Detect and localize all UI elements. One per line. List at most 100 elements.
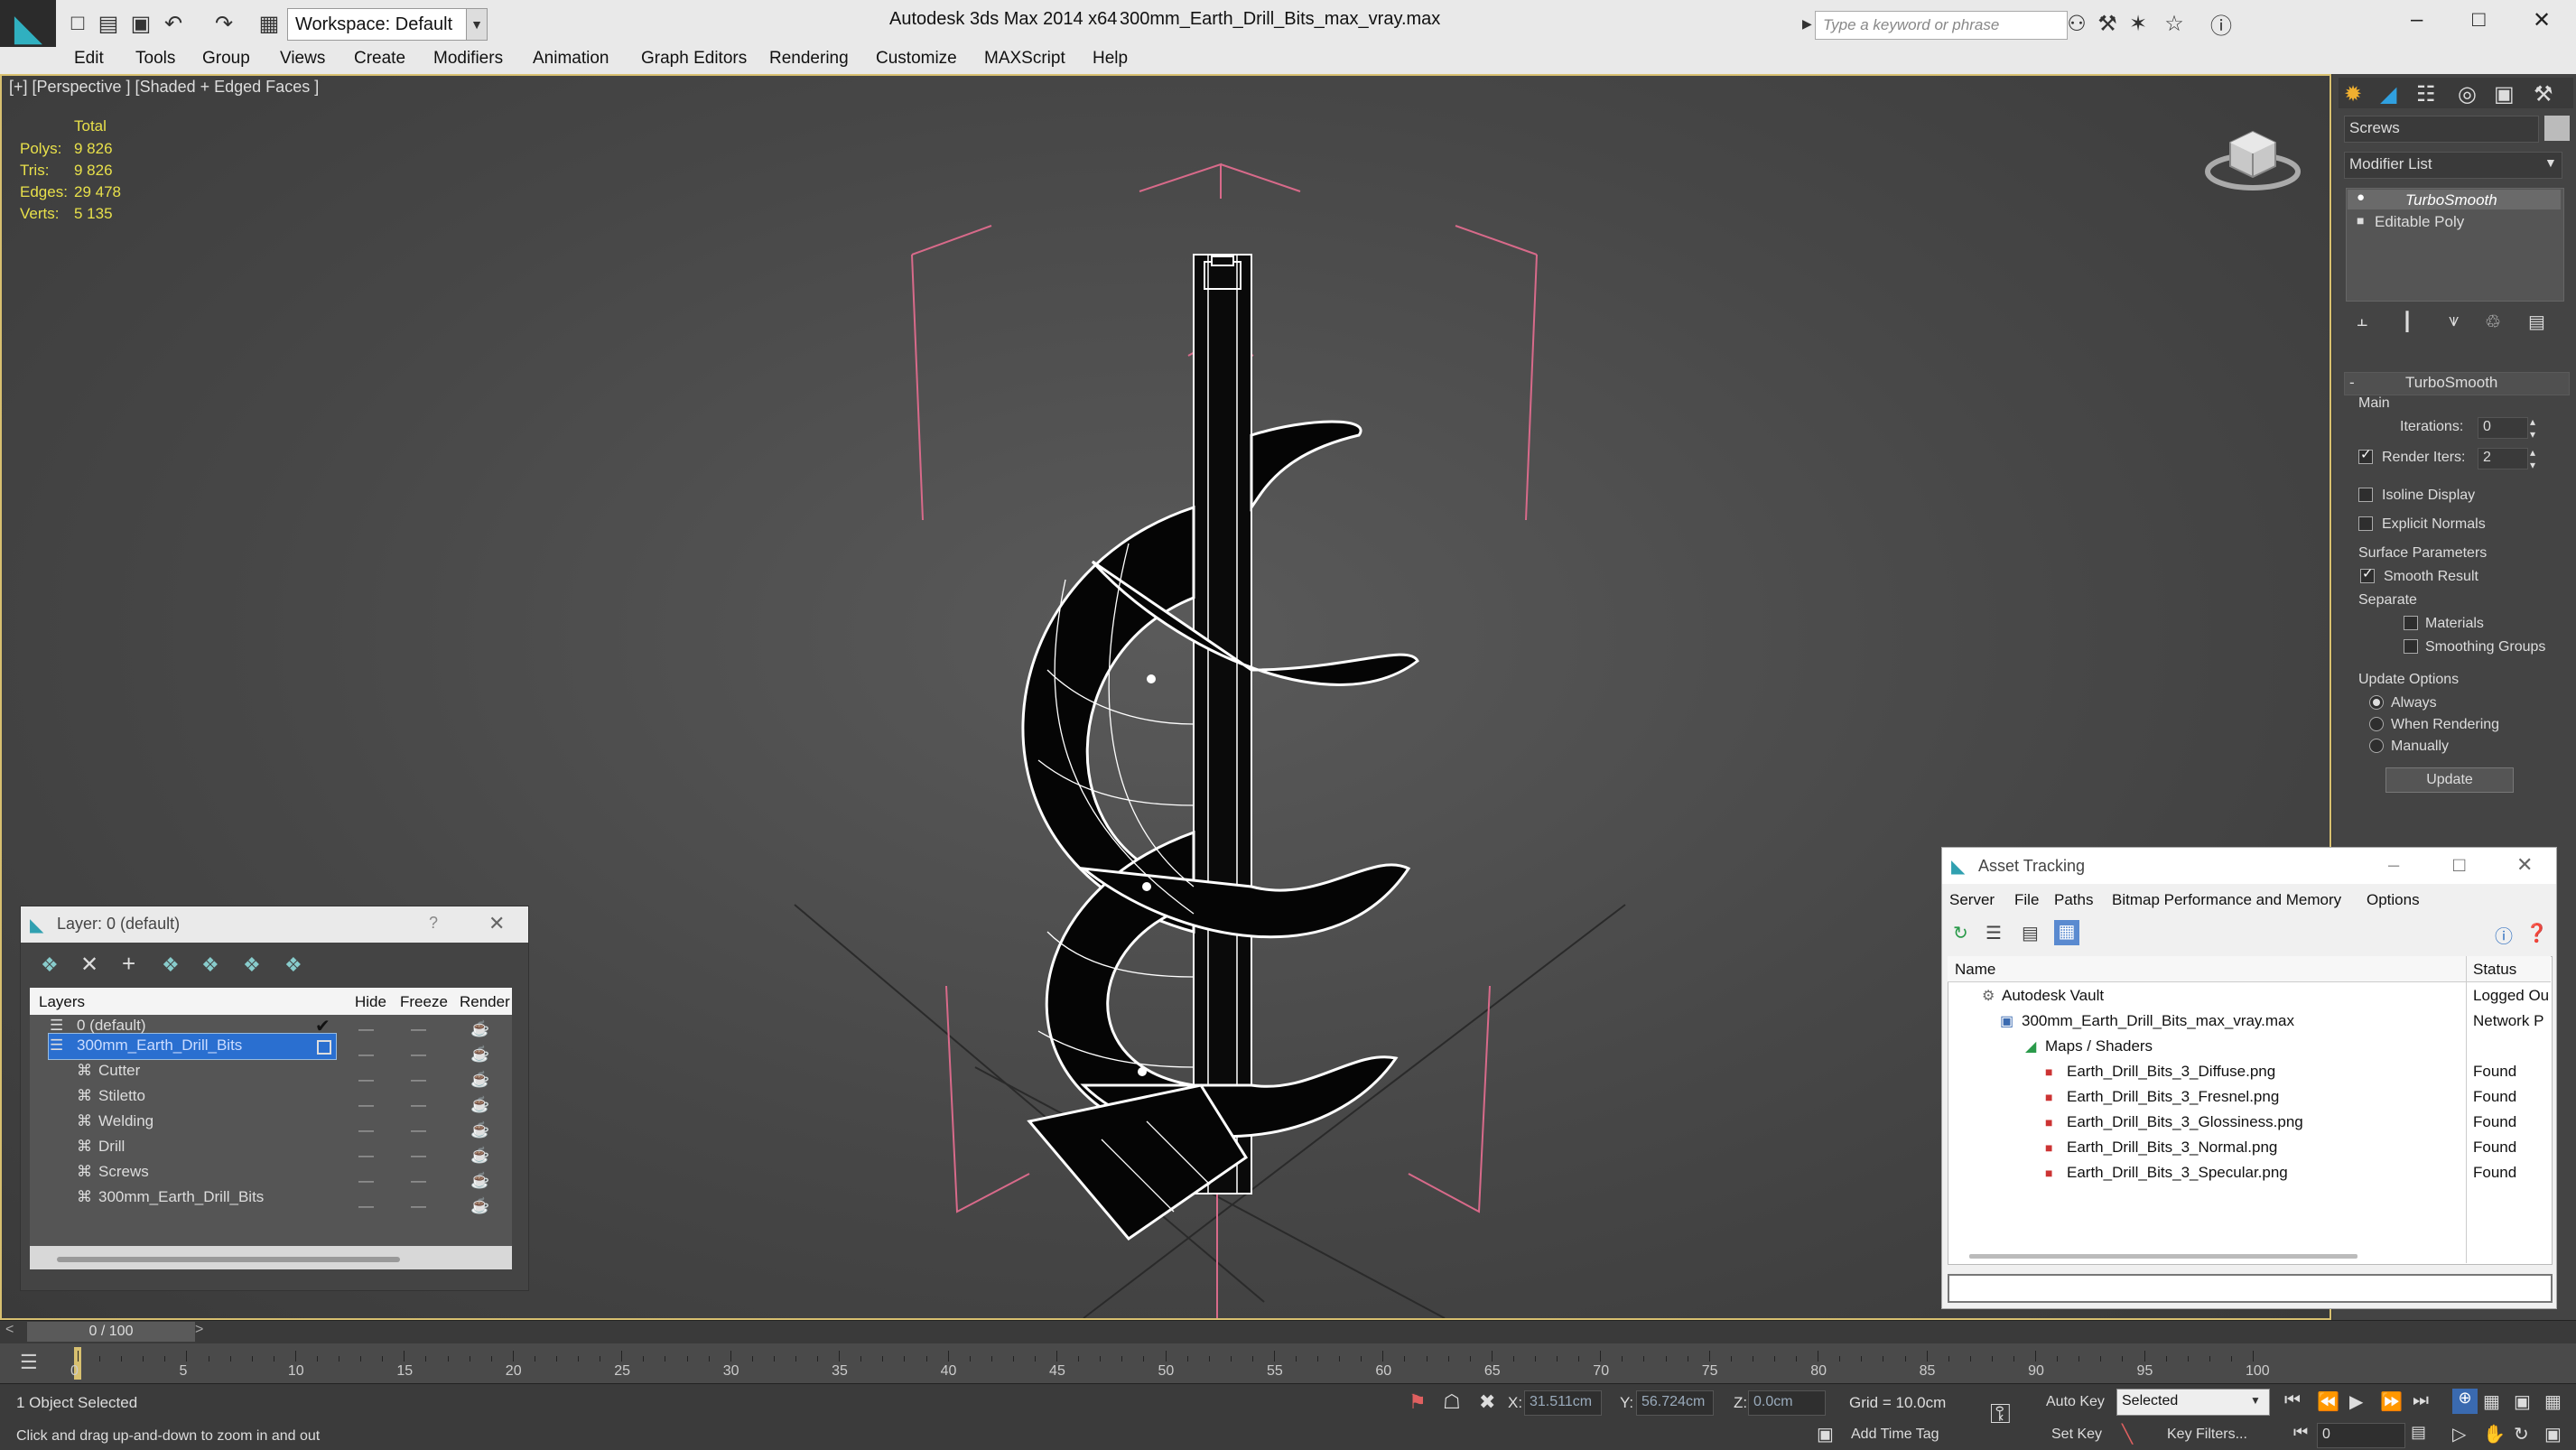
chevron-down-icon[interactable]: ▼ — [2250, 1394, 2261, 1407]
horizontal-scrollbar[interactable] — [57, 1257, 400, 1262]
chevron-right-icon[interactable]: > — [195, 1322, 203, 1338]
isolate-selection-icon[interactable]: ⚑ — [1409, 1390, 1427, 1414]
time-config-icon[interactable]: ▤ — [2411, 1423, 2426, 1442]
go-to-end-icon[interactable]: ⏭ — [2413, 1390, 2429, 1411]
column-status[interactable]: Status — [2473, 961, 2516, 979]
minimize-icon[interactable]: – — [2411, 7, 2423, 33]
remove-modifier-icon[interactable]: ♲ — [2485, 311, 2501, 333]
lock-icon[interactable]: ☖ — [1443, 1390, 1461, 1414]
update-button[interactable]: Update — [2385, 767, 2514, 793]
menu-modifiers[interactable]: Modifiers — [433, 49, 503, 69]
column-freeze[interactable]: Freeze — [400, 993, 448, 1011]
add-to-layer-icon[interactable]: + — [122, 950, 135, 978]
asset-name[interactable]: Earth_Drill_Bits_3_Glossiness.png — [2067, 1113, 2303, 1131]
help-icon[interactable]: ⓘ — [2209, 11, 2234, 39]
zoom-extents-all-icon[interactable]: ▦ — [2544, 1390, 2562, 1413]
active-layer-check-icon[interactable]: ✔ — [315, 1015, 330, 1037]
menu-paths[interactable]: Paths — [2054, 891, 2093, 909]
field-of-view-icon[interactable]: ▷ — [2452, 1423, 2466, 1445]
zoom-icon[interactable]: ⊕ — [2452, 1389, 2478, 1414]
layer-name[interactable]: 300mm_Earth_Drill_Bits — [77, 1036, 242, 1055]
subscription-icon[interactable]: ⚒ — [2095, 11, 2120, 36]
lightbulb-icon[interactable]: ● — [2357, 190, 2365, 205]
freeze-all-layers-icon[interactable]: ❖ — [284, 953, 302, 977]
grid-view-icon[interactable]: ▦ — [2054, 920, 2079, 945]
refresh-icon[interactable]: ↻ — [1953, 922, 1968, 944]
create-layer-icon[interactable]: ❖ — [41, 953, 59, 977]
asset-name[interactable]: Maps / Shaders — [2045, 1037, 2153, 1055]
when-rendering-radio[interactable] — [2369, 717, 2384, 731]
chevron-down-icon[interactable]: ▼ — [2544, 155, 2557, 170]
asset-name[interactable]: Earth_Drill_Bits_3_Specular.png — [2067, 1164, 2288, 1182]
hide-toggles[interactable]: — — — — — — — — — [358, 1017, 382, 1214]
manually-radio[interactable] — [2369, 739, 2384, 753]
auto-key-button[interactable]: Auto Key — [2046, 1394, 2105, 1410]
make-unique-icon[interactable]: ⩛ — [2449, 311, 2459, 331]
menu-options[interactable]: Options — [2367, 891, 2420, 909]
highlight-layer-icon[interactable]: ❖ — [201, 953, 219, 977]
maximize-icon[interactable]: □ — [2453, 853, 2465, 877]
set-key-button[interactable]: Set Key — [2051, 1427, 2102, 1443]
freeze-toggles[interactable]: — — — — — — — — — [411, 1017, 434, 1214]
utilities-tab-icon[interactable]: ⚒ — [2534, 81, 2553, 107]
expand-icon[interactable]: ■ — [2357, 213, 2364, 228]
pin-stack-icon[interactable]: ⫠ — [2357, 311, 2367, 331]
asset-name[interactable]: Earth_Drill_Bits_3_Diffuse.png — [2067, 1063, 2275, 1081]
spinner-arrows-icon[interactable]: ▴ ▾ — [2530, 446, 2535, 471]
pan-view-icon[interactable]: ✋ — [2483, 1423, 2506, 1445]
menu-file[interactable]: File — [2014, 891, 2039, 909]
column-layers[interactable]: Layers — [39, 993, 85, 1011]
minimize-icon[interactable]: – — [2388, 853, 2399, 877]
object-name[interactable]: Stiletto — [98, 1087, 145, 1105]
create-tab-icon[interactable]: ✹ — [2344, 81, 2362, 107]
menu-help[interactable]: Help — [1093, 49, 1128, 69]
render-teapot-icons[interactable]: ☕ ☕ ☕ ☕ ☕ ☕ ☕ ☕ — [470, 1017, 494, 1214]
menu-bitmap-performance[interactable]: Bitmap Performance and Memory — [2112, 891, 2341, 909]
spinner-arrows-icon[interactable]: ▴ ▾ — [2530, 415, 2535, 441]
configure-sets-icon[interactable]: ▤ — [2528, 311, 2545, 333]
hide-all-layers-icon[interactable]: ❖ — [243, 953, 261, 977]
layer-name[interactable]: 0 (default) — [77, 1017, 146, 1035]
key-icon[interactable]: ⚿ — [1990, 1399, 2011, 1430]
previous-frame-icon[interactable]: ⏪ — [2317, 1390, 2339, 1413]
save-icon[interactable]: ▣ — [128, 11, 153, 36]
stack-item-editable-poly[interactable]: Editable Poly — [2375, 213, 2464, 231]
set-active-icon[interactable] — [317, 1040, 331, 1055]
add-time-tag[interactable]: Add Time Tag — [1851, 1427, 1939, 1443]
help-icon[interactable]: ⓘ — [2495, 922, 2513, 948]
menu-views[interactable]: Views — [280, 49, 325, 69]
asset-name[interactable]: Earth_Drill_Bits_3_Normal.png — [2067, 1139, 2277, 1157]
project-folder-icon[interactable]: ▦ — [256, 11, 282, 36]
isoline-display-checkbox[interactable] — [2358, 488, 2373, 502]
object-name[interactable]: Cutter — [98, 1062, 140, 1080]
materials-checkbox[interactable] — [2404, 616, 2418, 630]
show-end-result-icon[interactable]: ┃ — [2402, 311, 2413, 333]
delete-layer-icon[interactable]: ✕ — [80, 952, 98, 978]
menu-create[interactable]: Create — [354, 49, 405, 69]
motion-tab-icon[interactable]: ◎ — [2458, 81, 2477, 107]
time-slider-thumb[interactable]: 0 / 100 — [27, 1322, 195, 1342]
menu-tools[interactable]: Tools — [135, 49, 175, 69]
set-key-icon[interactable]: ╲ — [2122, 1423, 2133, 1445]
time-tag-icon[interactable]: ▣ — [1817, 1423, 1834, 1445]
key-mode-icon[interactable]: ⏮ — [2293, 1423, 2308, 1442]
redo-icon[interactable]: ↷ — [211, 11, 237, 36]
object-name[interactable]: 300mm_Earth_Drill_Bits — [98, 1188, 264, 1206]
display-tab-icon[interactable]: ▣ — [2494, 81, 2515, 107]
table-view-icon[interactable]: ▤ — [2022, 922, 2039, 944]
horizontal-scrollbar[interactable] — [1969, 1254, 2357, 1259]
close-icon[interactable]: ✕ — [2533, 7, 2551, 33]
favorites-star-icon[interactable]: ☆ — [2162, 11, 2187, 36]
menu-maxscript[interactable]: MAXScript — [984, 49, 1065, 69]
menu-server[interactable]: Server — [1949, 891, 1995, 909]
menu-group[interactable]: Group — [202, 49, 250, 69]
zoom-all-icon[interactable]: ▦ — [2483, 1390, 2500, 1413]
next-frame-icon[interactable]: ⏩ — [2380, 1390, 2403, 1413]
communication-icon[interactable]: ✶ — [2125, 11, 2151, 36]
close-icon[interactable]: ✕ — [2516, 853, 2533, 877]
chevron-down-icon[interactable]: ▼ — [466, 8, 488, 41]
smoothing-groups-checkbox[interactable] — [2404, 639, 2418, 654]
list-view-icon[interactable]: ☰ — [1985, 922, 2002, 944]
search-input[interactable]: Type a keyword or phrase — [1815, 11, 2068, 40]
column-render[interactable]: Render — [460, 993, 510, 1011]
